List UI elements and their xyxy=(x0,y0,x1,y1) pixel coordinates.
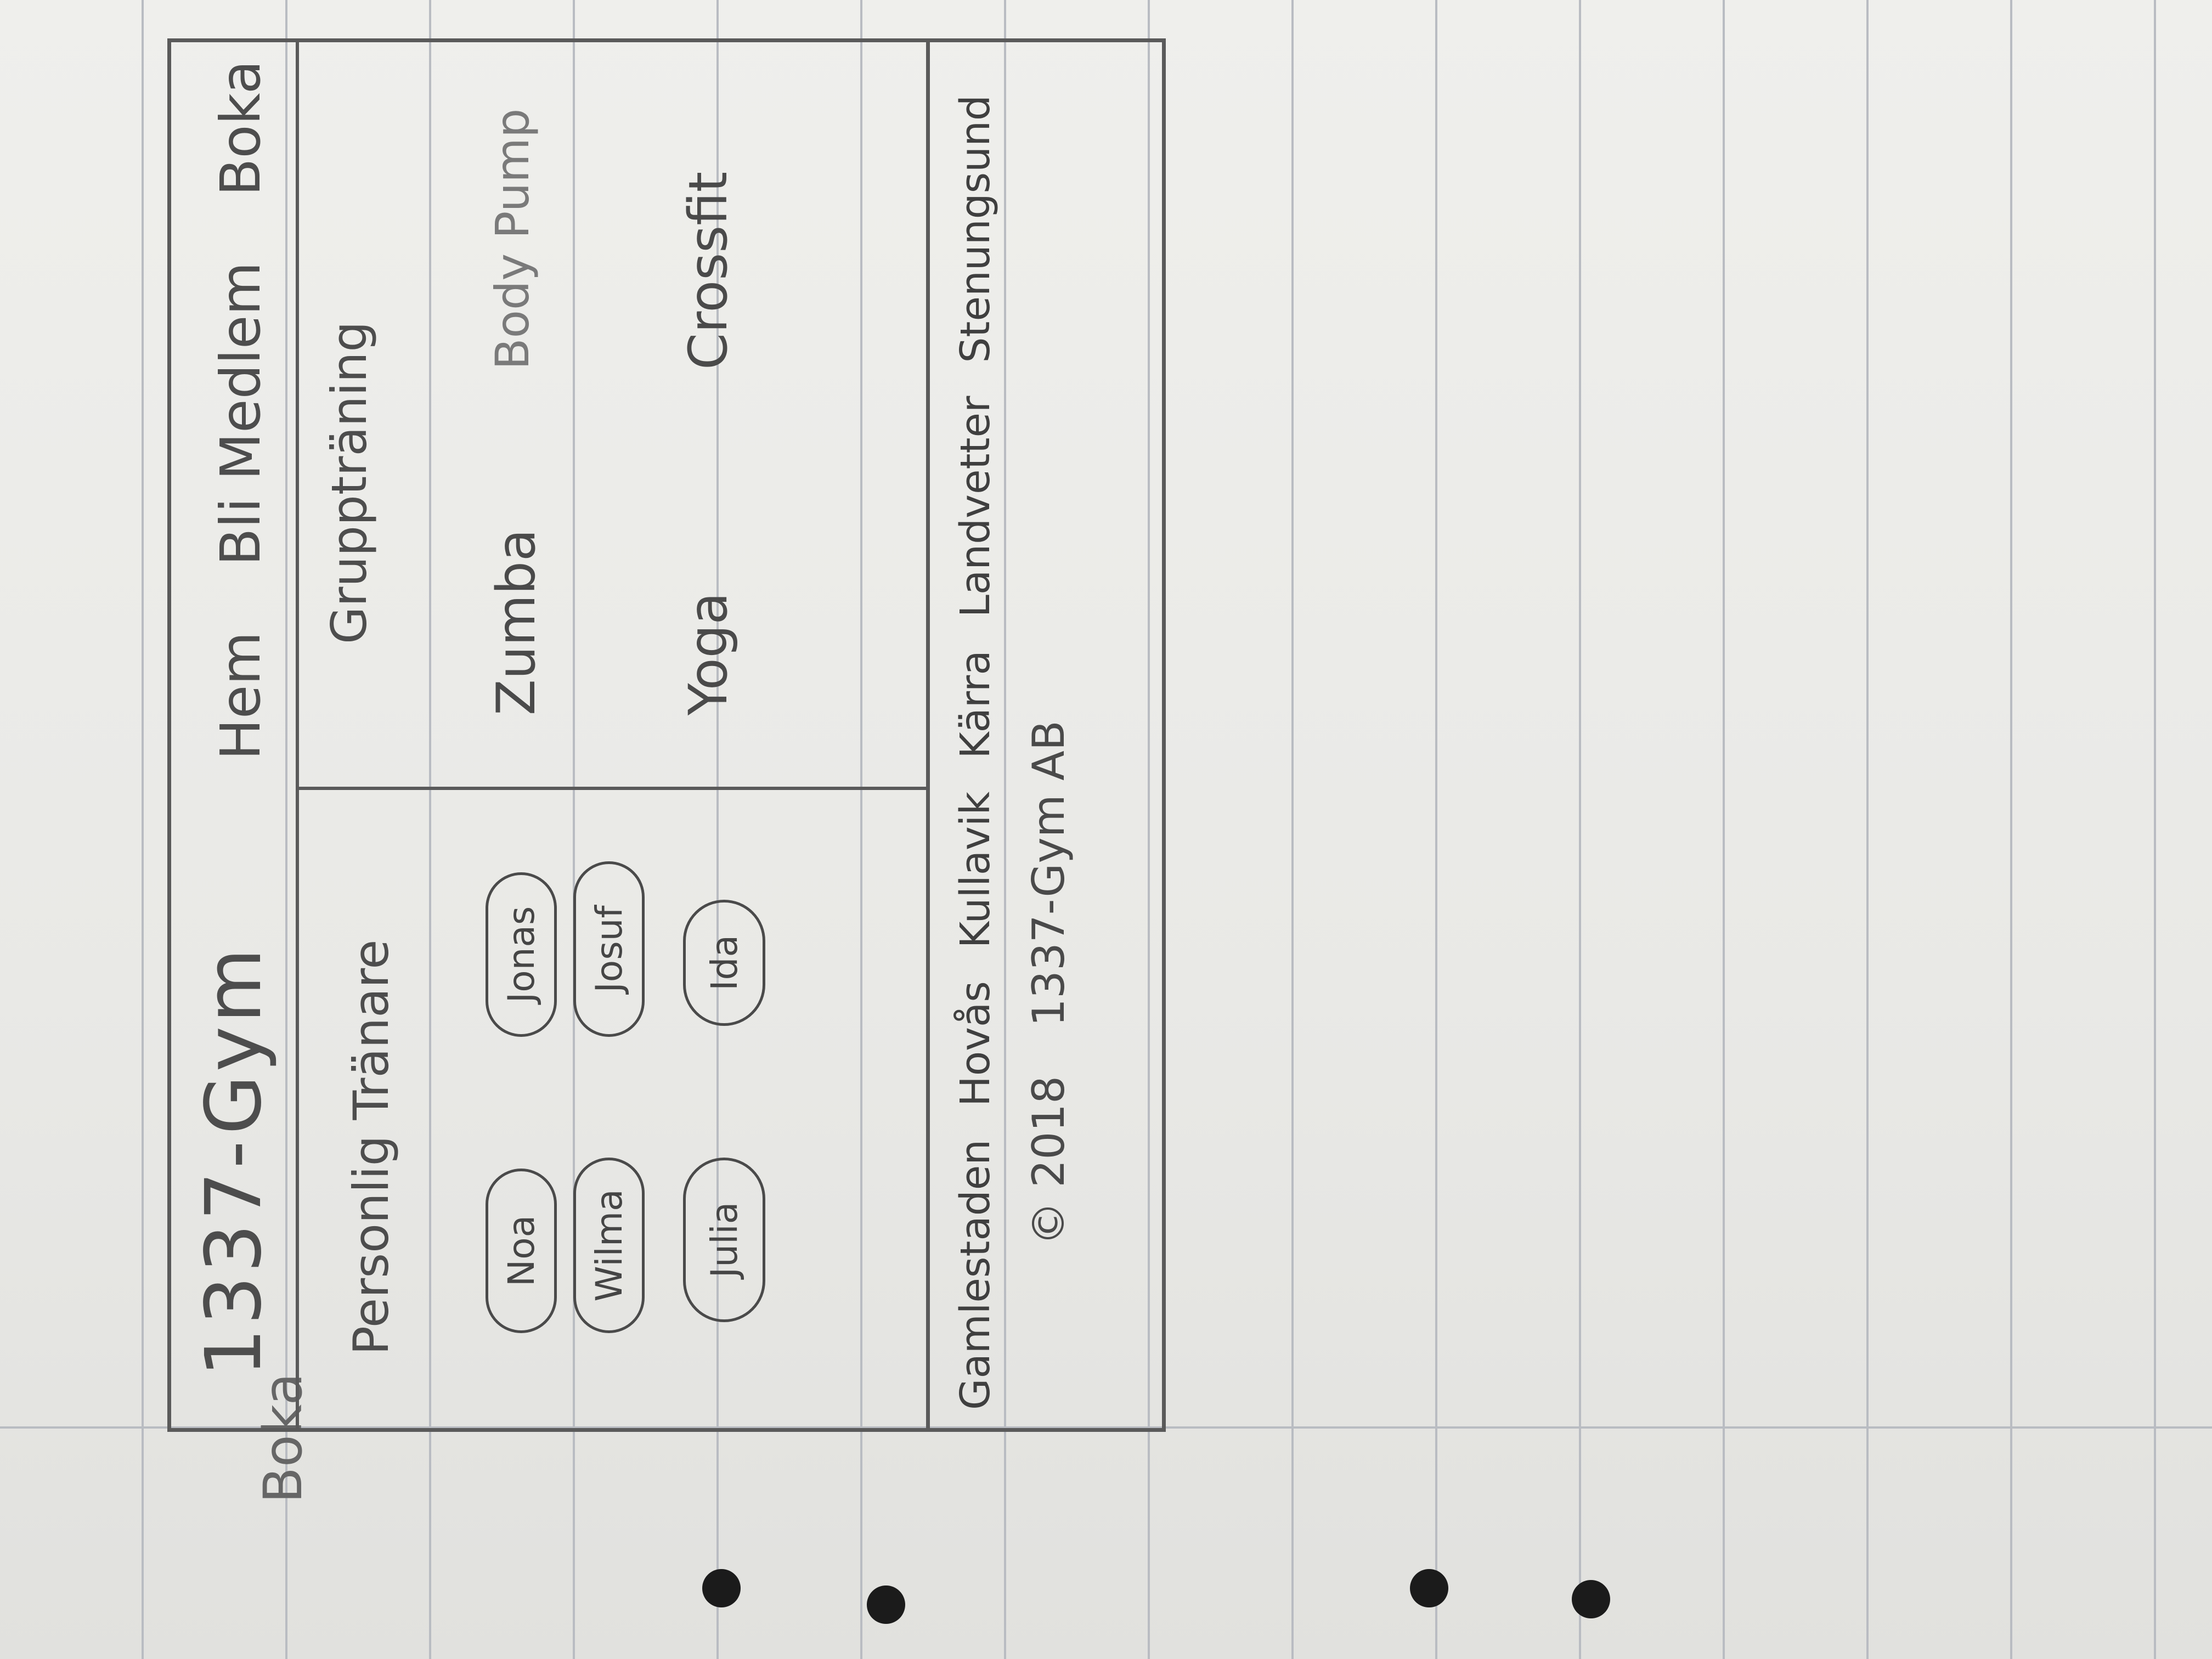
group-training-section: Gruppträning Zumba Body Pump Yoga Crossf… xyxy=(299,38,926,787)
nav-home[interactable]: Hem xyxy=(208,631,273,760)
site-footer: Gamlestaden Hovås Kullavik Kärra Landvet… xyxy=(930,38,1166,1432)
main-nav: Hem Bli Medlem Boka xyxy=(208,60,273,760)
location-item[interactable]: Kärra xyxy=(952,650,999,758)
binder-hole xyxy=(1572,1580,1610,1618)
class-body-pump[interactable]: Body Pump xyxy=(486,109,539,370)
location-item[interactable]: Hovås xyxy=(952,981,999,1107)
binder-hole xyxy=(867,1585,905,1624)
main-content: Personlig Tränare Noa Jonas Wilma Josuf … xyxy=(299,38,930,1432)
group-training-title: Gruppträning xyxy=(321,321,377,644)
trainer-noa[interactable]: Noa xyxy=(486,1169,557,1333)
location-item[interactable]: Landvetter xyxy=(952,396,999,618)
personal-trainers-section: Personlig Tränare Noa Jonas Wilma Josuf … xyxy=(299,790,926,1432)
trainers-title: Personlig Tränare xyxy=(343,939,399,1355)
trainer-julia[interactable]: Julia xyxy=(683,1158,765,1322)
site-logo[interactable]: 1337-Gym xyxy=(189,945,279,1377)
trainer-wilma[interactable]: Wilma xyxy=(573,1158,645,1333)
copyright-icon: © xyxy=(1023,1201,1074,1245)
class-crossfit[interactable]: Crossfit xyxy=(678,172,739,370)
location-list: Gamlestaden Hovås Kullavik Kärra Landvet… xyxy=(952,95,999,1410)
trainer-jonas[interactable]: Jonas xyxy=(486,872,557,1037)
class-yoga[interactable]: Yoga xyxy=(678,592,739,715)
site-header: 1337-Gym Hem Bli Medlem Boka xyxy=(167,38,299,1432)
company-name: 1337-Gym AB xyxy=(1023,720,1074,1026)
location-item[interactable]: Kullavik xyxy=(952,792,999,948)
copyright: © 2018 1337-Gym AB xyxy=(1023,720,1074,1245)
trainer-josuf[interactable]: Josuf xyxy=(573,861,645,1037)
class-zumba[interactable]: Zumba xyxy=(486,529,547,715)
binder-hole xyxy=(702,1569,741,1607)
section-divider xyxy=(299,787,926,790)
copyright-year: 2018 xyxy=(1023,1075,1074,1188)
wireframe-sketch: 1337-Gym Hem Bli Medlem Boka Personlig T… xyxy=(167,38,1166,1432)
binder-hole xyxy=(1410,1569,1448,1607)
location-item[interactable]: Gamlestaden xyxy=(952,1139,999,1410)
location-item[interactable]: Stenungsund xyxy=(952,95,999,363)
trainer-ida[interactable]: Ida xyxy=(683,900,765,1026)
nav-book[interactable]: Boka xyxy=(208,60,273,196)
copyright-year-group: © 2018 xyxy=(1023,1076,1074,1245)
nav-become-member[interactable]: Bli Medlem xyxy=(208,262,273,566)
